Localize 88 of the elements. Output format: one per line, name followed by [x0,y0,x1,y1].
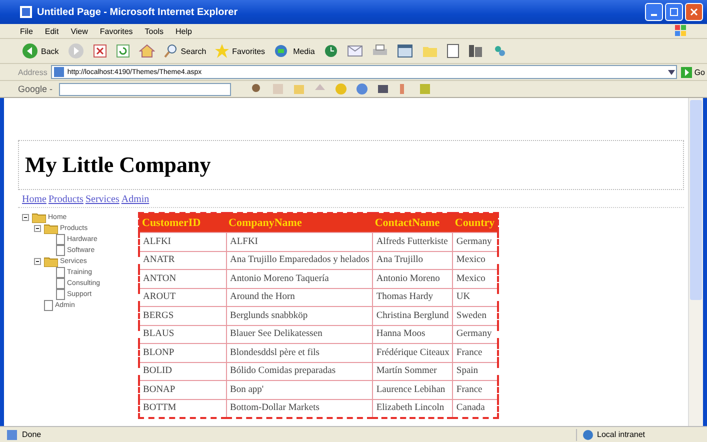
nav-link[interactable]: Services [85,194,120,205]
table-cell: Christina Berglund [372,306,453,325]
menu-item[interactable]: Favorites [100,26,133,36]
window-title: Untitled Page - Microsoft Internet Explorer [37,6,239,18]
table-cell: Martín Sommer [372,362,453,380]
table-cell: Around the Horn [226,288,373,306]
menu-item[interactable]: Tools [144,26,164,36]
table-cell: ANATR [139,251,226,270]
window-icon[interactable] [396,44,413,58]
table-cell: Laurence Lebihan [372,380,453,399]
table-cell: Blauer See Delikatessen [226,325,373,344]
google-search-field[interactable] [58,82,231,96]
back-button[interactable]: Back [22,43,59,59]
table-cell: Blondesddsl père et fils [226,344,373,362]
page-icon [56,289,65,300]
nav-link[interactable]: Home [22,194,46,205]
nav-link[interactable]: Admin [121,194,150,205]
refresh-icon[interactable] [116,44,130,58]
media-button[interactable]: Media [274,44,315,58]
document-icon[interactable] [446,44,459,58]
page-icon [6,428,18,440]
browser-icon [20,6,32,18]
star-icon [215,44,230,58]
nav-link[interactable]: Products [48,194,84,205]
messenger-icon[interactable] [492,44,507,58]
history-icon[interactable] [324,44,338,58]
printer-icon[interactable] [372,44,388,58]
address-label: Address [18,68,48,76]
home-icon[interactable] [138,44,155,58]
table-cell: AROUT [139,288,226,306]
page-icon [54,67,64,77]
collapse-icon[interactable] [34,258,42,265]
table-cell: Ana Trujillo Emparedados y helados [226,251,373,270]
column-header: CustomerID [139,213,226,232]
windows-logo-icon [675,25,687,37]
close-button[interactable] [685,3,703,21]
table-cell: Bólido Comidas preparadas [226,362,373,380]
menu-item[interactable]: Edit [44,26,59,36]
collapse-icon[interactable] [22,214,30,221]
table-cell: Antonio Moreno [372,270,453,288]
page-heading: My Little Company [25,152,211,178]
page-icon [56,267,65,278]
table-cell: BERGS [139,306,226,325]
column-header: ContactName [372,213,453,232]
menu-item[interactable]: File [20,26,33,36]
table-cell: BLAUS [139,325,226,344]
minimize-button[interactable] [645,3,663,21]
google-menu[interactable]: Google - [18,84,53,94]
search-icon[interactable] [250,83,263,95]
search-button[interactable]: Search [164,44,206,58]
table-cell: Thomas Hardy [372,288,453,306]
table-cell: BLONP [139,344,226,362]
menu-item[interactable]: View [70,26,88,36]
page-icon [56,245,65,256]
page-icon [56,234,65,245]
table-cell: Frédérique Citeaux [372,344,453,362]
table-cell: Hanna Moos [372,325,453,344]
favorites-button[interactable]: Favorites [215,44,266,58]
table-cell: BOLID [139,362,226,380]
search-icon [164,44,178,58]
table-cell: Ana Trujillo [372,251,453,270]
intranet-icon [581,428,595,440]
menu-item[interactable]: Help [175,26,192,36]
table-cell: Germany [452,232,498,251]
maximize-button[interactable] [665,3,683,21]
scrollbar[interactable] [688,98,703,426]
maximize-icon [670,8,678,16]
column-header: Country [452,213,498,232]
dropdown-arrow-icon[interactable] [668,70,675,74]
go-button[interactable]: Go [681,66,705,78]
page-icon [44,300,53,311]
mail-icon[interactable] [346,44,363,58]
table-cell: ALFKI [139,232,226,251]
column-header: CompanyName [226,213,373,232]
status-text: Done [22,430,42,439]
table-cell: ANTON [139,270,226,288]
books-icon[interactable] [468,44,484,58]
close-icon [690,8,698,16]
page-icon [56,278,65,289]
table-cell: BONAP [139,380,226,399]
zone-text: Local intranet [597,430,646,439]
table-cell: Berglunds snabbköp [226,306,373,325]
table-cell: Alfreds Futterkiste [372,232,453,251]
table-cell: ALFKI [226,232,373,251]
table-cell: Bon app' [226,380,373,399]
collapse-icon[interactable] [34,225,42,232]
table-cell: Antonio Moreno Taquería [226,270,373,288]
stop-icon[interactable] [92,44,107,58]
